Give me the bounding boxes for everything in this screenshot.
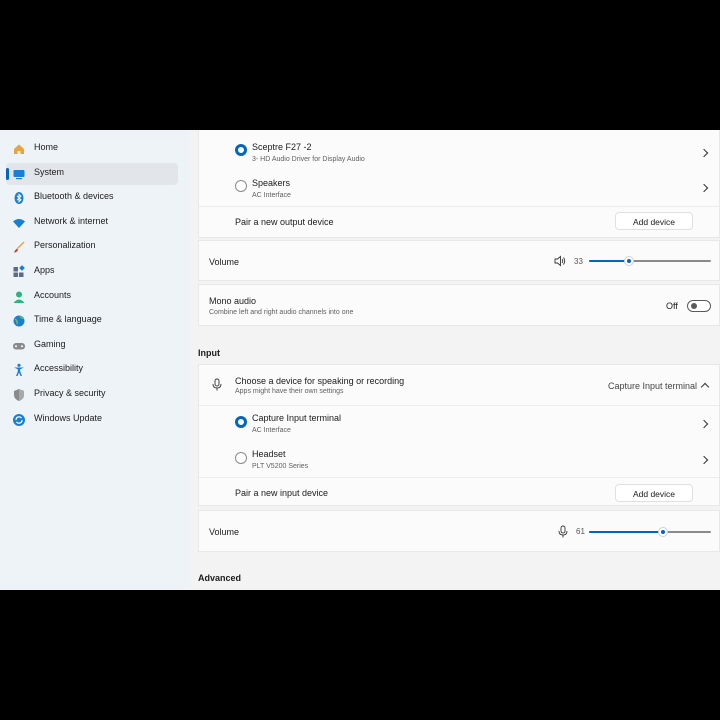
sidebar-item-time-language[interactable]: Time & language bbox=[6, 310, 178, 332]
bluetooth-icon bbox=[14, 192, 24, 204]
selected-input-value: Capture Input terminal bbox=[608, 381, 698, 391]
toggle-state-label: Off bbox=[666, 301, 678, 311]
sidebar-item-bluetooth[interactable]: Bluetooth & devices bbox=[6, 187, 178, 209]
divider bbox=[199, 206, 720, 207]
divider bbox=[199, 477, 720, 478]
apps-icon bbox=[13, 265, 25, 277]
device-sub: AC Interface bbox=[252, 192, 291, 199]
globe-icon bbox=[13, 315, 25, 327]
device-radio[interactable] bbox=[235, 416, 247, 428]
input-volume-card: Volume 61 bbox=[198, 510, 720, 552]
home-icon bbox=[14, 144, 24, 154]
output-device-row[interactable]: Sceptre F27 -2 3- HD Audio Driver for Di… bbox=[199, 130, 720, 170]
device-name: Speakers bbox=[252, 178, 291, 188]
device-radio[interactable] bbox=[235, 452, 247, 464]
volume-value: 33 bbox=[574, 257, 583, 266]
speaker-icon[interactable] bbox=[554, 255, 566, 267]
sidebar-item-label: Time & language bbox=[34, 314, 102, 324]
advanced-section-title: Advanced bbox=[198, 573, 242, 583]
sidebar-item-system[interactable]: System bbox=[6, 163, 178, 185]
sidebar-item-label: Windows Update bbox=[34, 413, 103, 423]
sidebar-item-accounts[interactable]: Accounts bbox=[6, 286, 178, 308]
slider-thumb[interactable] bbox=[658, 527, 669, 537]
sidebar-item-label: Accessibility bbox=[34, 363, 84, 373]
device-name: Sceptre F27 -2 bbox=[252, 142, 312, 152]
input-device-row[interactable]: Headset PLT V5200 Series bbox=[199, 442, 720, 478]
update-icon bbox=[13, 414, 25, 426]
sidebar-item-accessibility[interactable]: Accessibility bbox=[6, 359, 178, 381]
device-name: Headset bbox=[252, 449, 286, 459]
mono-audio-sub: Combine left and right audio channels in… bbox=[209, 309, 354, 316]
slider-fill bbox=[589, 531, 664, 533]
microphone-icon bbox=[212, 378, 222, 391]
choose-input-sub: Apps might have their own settings bbox=[235, 388, 344, 395]
output-volume-card: Volume 33 bbox=[198, 240, 720, 281]
sidebar-item-privacy[interactable]: Privacy & security bbox=[6, 384, 178, 406]
sidebar-item-label: Network & internet bbox=[34, 216, 109, 226]
device-radio[interactable] bbox=[235, 144, 247, 156]
sidebar-item-label: Home bbox=[34, 142, 59, 152]
sidebar-item-home[interactable]: Home bbox=[6, 138, 178, 160]
brush-icon bbox=[14, 241, 25, 253]
sidebar-item-label: Gaming bbox=[34, 339, 66, 349]
device-sub: PLT V5200 Series bbox=[252, 463, 309, 470]
sidebar-item-network[interactable]: Network & internet bbox=[6, 212, 178, 234]
volume-label: Volume bbox=[209, 257, 240, 267]
choose-input-title: Choose a device for speaking or recordin… bbox=[235, 376, 405, 386]
mono-audio-card: Mono audio Combine left and right audio … bbox=[198, 284, 720, 326]
input-volume-slider[interactable] bbox=[589, 527, 711, 537]
mono-audio-toggle[interactable] bbox=[687, 300, 711, 312]
sidebar-item-apps[interactable]: Apps bbox=[6, 261, 178, 283]
settings-window: Home System Bluetooth & devices Network … bbox=[0, 130, 720, 590]
volume-label: Volume bbox=[209, 527, 240, 537]
input-section-title: Input bbox=[198, 348, 220, 358]
device-sub: 3- HD Audio Driver for Display Audio bbox=[252, 156, 365, 163]
input-device-row[interactable]: Capture Input terminal AC Interface bbox=[199, 406, 720, 442]
add-output-device-button[interactable]: Add device bbox=[615, 212, 693, 230]
device-name: Capture Input terminal bbox=[252, 413, 342, 423]
monitor-icon bbox=[13, 170, 25, 180]
shield-icon bbox=[14, 389, 24, 401]
chevron-right-icon bbox=[699, 183, 709, 193]
output-devices-card: Sceptre F27 -2 3- HD Audio Driver for Di… bbox=[198, 130, 720, 238]
volume-value: 61 bbox=[576, 527, 585, 536]
wifi-icon bbox=[13, 219, 25, 228]
output-volume-slider[interactable] bbox=[589, 256, 711, 266]
mono-audio-title: Mono audio bbox=[209, 296, 257, 306]
slider-thumb[interactable] bbox=[624, 256, 635, 266]
toggle-knob bbox=[691, 303, 697, 309]
microphone-icon[interactable] bbox=[557, 525, 569, 538]
chevron-right-icon bbox=[699, 455, 709, 465]
gamepad-icon bbox=[13, 343, 25, 350]
chevron-right-icon bbox=[699, 419, 709, 429]
sidebar-item-label: Apps bbox=[34, 265, 55, 275]
main-content: Sceptre F27 -2 3- HD Audio Driver for Di… bbox=[198, 130, 720, 590]
sidebar-item-personalization[interactable]: Personalization bbox=[6, 236, 178, 258]
chevron-right-icon bbox=[699, 148, 709, 158]
pair-input-label: Pair a new input device bbox=[235, 488, 329, 498]
choose-input-row[interactable]: Choose a device for speaking or recordin… bbox=[199, 365, 720, 405]
add-input-device-button[interactable]: Add device bbox=[615, 484, 693, 502]
device-radio[interactable] bbox=[235, 180, 247, 192]
pair-output-label: Pair a new output device bbox=[235, 217, 334, 227]
input-devices-card: Choose a device for speaking or recordin… bbox=[198, 364, 720, 506]
sidebar-item-label: Privacy & security bbox=[34, 388, 106, 398]
sidebar: Home System Bluetooth & devices Network … bbox=[0, 130, 190, 590]
chevron-up-icon[interactable] bbox=[700, 382, 710, 392]
accessibility-icon bbox=[14, 363, 24, 376]
sidebar-item-gaming[interactable]: Gaming bbox=[6, 335, 178, 357]
output-device-row[interactable]: Speakers AC Interface bbox=[199, 170, 720, 206]
slider-fill bbox=[589, 260, 630, 262]
sidebar-item-label: Personalization bbox=[34, 240, 96, 250]
sidebar-item-label: Accounts bbox=[34, 290, 72, 300]
person-icon bbox=[13, 291, 25, 303]
sidebar-item-label: System bbox=[34, 167, 65, 177]
device-sub: AC Interface bbox=[252, 427, 291, 434]
sidebar-item-windows-update[interactable]: Windows Update bbox=[6, 409, 178, 431]
sidebar-item-label: Bluetooth & devices bbox=[34, 191, 114, 201]
